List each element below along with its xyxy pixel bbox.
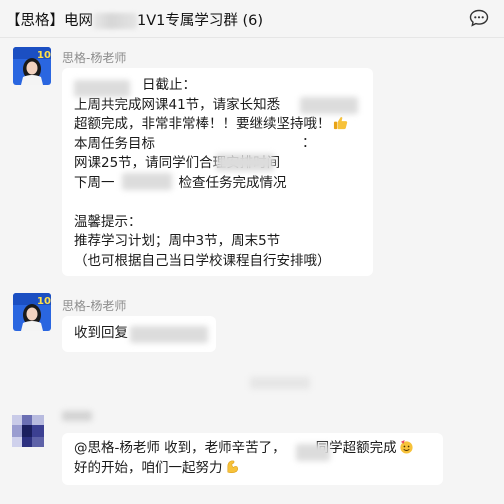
teacher-avatar-image: 10 bbox=[13, 293, 51, 331]
more-options-button[interactable] bbox=[464, 4, 494, 32]
more-chat-icon bbox=[469, 9, 489, 27]
avatar[interactable]: 10 bbox=[13, 47, 51, 85]
message-list[interactable]: 10 思格-杨老师 日截止： 上周共完成网课41节，请家长知悉 超额完成，非常非… bbox=[0, 39, 504, 504]
party-face-icon bbox=[400, 439, 413, 454]
redacted-student bbox=[296, 444, 330, 461]
message-line: 超额完成，非常非常棒！！要继续坚持哦！ bbox=[74, 115, 361, 135]
message-line: 好的开始，咱们一起努力 bbox=[74, 459, 431, 479]
thumbs-up-icon bbox=[333, 116, 347, 130]
message-line: 下周一 检查任务完成情况 bbox=[74, 174, 287, 191]
flexed-biceps-icon bbox=[227, 460, 238, 473]
chat-title-prefix: 【思格】电网 bbox=[6, 13, 93, 29]
chat-header: 【思格】电网 1V1专属学习群 (6) bbox=[0, 0, 504, 38]
redacted-date bbox=[74, 80, 130, 97]
avatar-badge: 10 bbox=[37, 296, 51, 307]
message-line-empty bbox=[74, 193, 361, 213]
message-line: 本周任务目标 bbox=[74, 135, 155, 152]
redacted-timestamp bbox=[250, 377, 310, 389]
sender-name: 思格-杨老师 bbox=[62, 299, 127, 313]
chat-title-suffix: 1V1专属学习群 (6) bbox=[137, 13, 264, 29]
message-line: 温馨提示： bbox=[74, 213, 142, 230]
redacted-reply bbox=[130, 326, 208, 343]
message-item: 10 思格-杨老师 收到回复 bbox=[0, 288, 504, 358]
redacted-date-2 bbox=[122, 173, 172, 190]
avatar[interactable] bbox=[6, 409, 50, 451]
redacted-target bbox=[216, 154, 274, 171]
chat-title: 【思格】电网 1V1专属学习群 (6) bbox=[6, 9, 263, 30]
avatar[interactable]: 10 bbox=[13, 293, 51, 331]
message-line: 推荐学习计划；周中3节，周末5节 bbox=[74, 233, 281, 249]
message-item: 10 思格-杨老师 日截止： 上周共完成网课41节，请家长知悉 超额完成，非常非… bbox=[0, 39, 504, 279]
colon-suffix: ： bbox=[302, 135, 316, 151]
sender-name: 思格-杨老师 bbox=[62, 51, 127, 65]
message-bubble[interactable]: @思格-杨老师 收到，老师辛苦了， 同学超额完成 好的开始，咱们一起努力 bbox=[62, 433, 443, 485]
message-line: （也可根据自己当日学校课程自行安排哦） bbox=[74, 252, 331, 269]
redacted-name bbox=[300, 97, 358, 114]
teacher-avatar-image: 10 bbox=[13, 47, 51, 85]
blurred-title-segment bbox=[93, 13, 137, 29]
mosaic-avatar-image bbox=[6, 409, 50, 451]
redacted-sender bbox=[62, 411, 92, 421]
message-item: @思格-杨老师 收到，老师辛苦了， 同学超额完成 好的开始，咱们一起努力 bbox=[0, 403, 504, 504]
avatar-badge: 10 bbox=[37, 50, 51, 61]
message-line: @思格-杨老师 收到，老师辛苦了， 同学超额完成 bbox=[74, 439, 431, 459]
